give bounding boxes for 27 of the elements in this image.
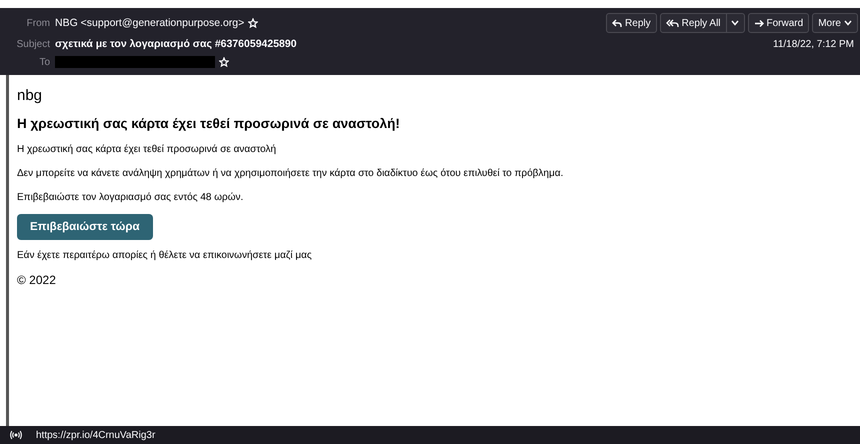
- subject-text: σχετικά με τον λογαριασμό σας #6376059425890: [55, 38, 297, 50]
- arrow-right-icon: [754, 18, 764, 28]
- star-icon[interactable]: [248, 18, 258, 28]
- body-paragraph: Επιβεβαιώστε τον λογαριασμό σας εντός 48 ωρών.: [17, 192, 244, 203]
- caret-icon: [730, 20, 739, 26]
- more-button[interactable]: More: [812, 13, 858, 33]
- reply-all-button[interactable]: Reply All: [660, 13, 745, 33]
- to-label: To: [38, 56, 51, 68]
- sender-name: nbg: [17, 87, 44, 104]
- sender-address[interactable]: NBG <support@generationpurpose.org>: [55, 17, 244, 29]
- broadcast-icon: [10, 430, 22, 440]
- body-paragraph: Δεν μπορείτε να κάνετε ανάληψη χρημάτων ή να χρησιμοποιήσετε την κάρτα στο διαδίκτυο έως ότου επιλυθεί το πρόβλημα.: [17, 168, 564, 179]
- date-text: 11/18/22, 7:12 PM: [773, 38, 855, 50]
- star-icon[interactable]: [219, 57, 229, 67]
- reply-all-icon: [666, 18, 679, 28]
- confirm-button[interactable]: Επιβεβαιώστε τώρα: [17, 214, 153, 240]
- link-url: https://zpr.io/4CrnuVaRig3r: [36, 430, 156, 440]
- forward-button[interactable]: Forward: [748, 13, 810, 33]
- reply-icon: [612, 18, 622, 28]
- email-heading: Η χρεωστική σας κάρτα έχει τεθεί προσωρινά σε αναστολή!: [17, 116, 401, 131]
- subject-label: Subject: [16, 38, 51, 50]
- body-paragraph: Η χρεωστική σας κάρτα έχει τεθεί προσωρινά σε αναστολή: [17, 144, 278, 155]
- copyright-text: © 2022: [17, 273, 57, 287]
- reply-button[interactable]: Reply: [606, 13, 657, 33]
- body-paragraph: Εάν έχετε περαιτέρω απορίες ή θέλετε να επικοινωνήσετε μαζί μας: [17, 250, 313, 261]
- caret-icon: [844, 20, 852, 26]
- from-label: From: [26, 18, 51, 28]
